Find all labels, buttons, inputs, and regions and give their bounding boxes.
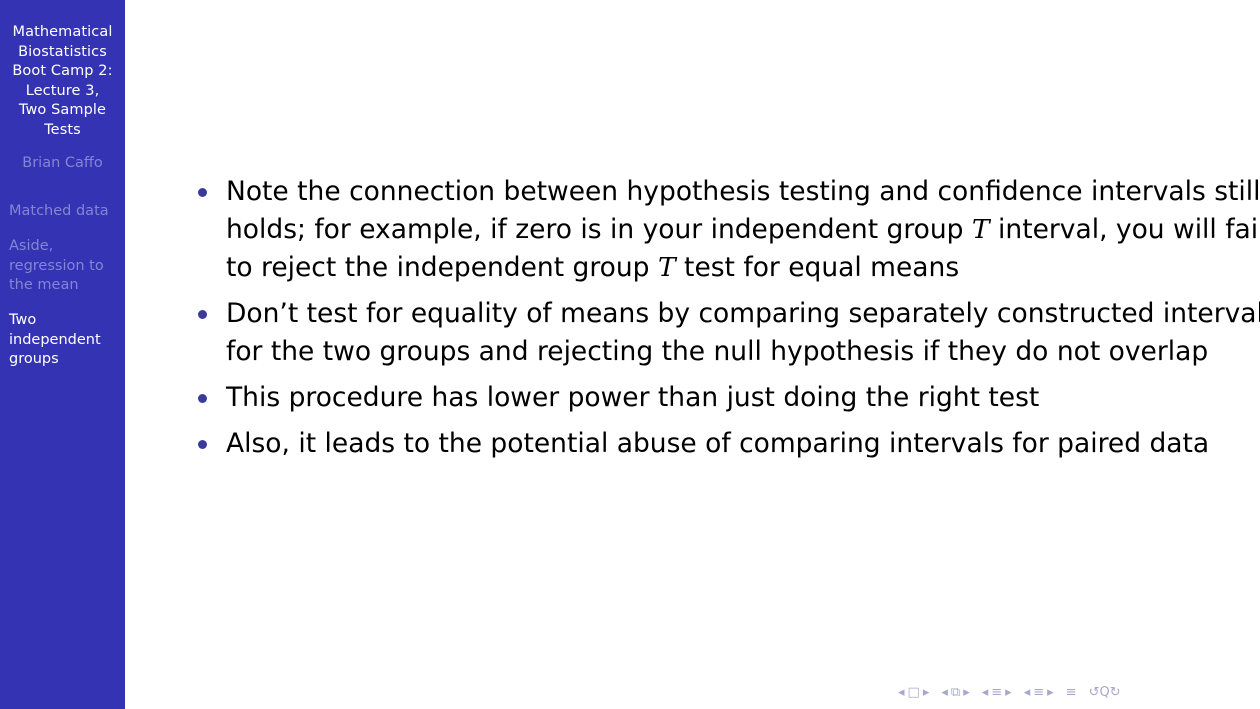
math-var: T (971, 214, 990, 245)
slide-nav: ◂ □ ▸ (898, 685, 929, 701)
text-line: Note the connection between hypothesis t… (226, 176, 1260, 207)
sidebar-title-line: Two Sample (18, 102, 107, 118)
sidebar-title[interactable]: Mathematical Biostatistics Boot Camp 2: … (0, 23, 125, 140)
sidebar-item-matched-data[interactable]: Matched data (9, 202, 121, 222)
list-item: Also, it leads to the potential abuse of… (195, 425, 1235, 463)
text-line: Also, it leads to the potential abuse of… (226, 428, 1210, 459)
sidebar-item-label: Aside, (9, 238, 54, 254)
list-item: This procedure has lower power than just… (195, 379, 1235, 417)
search-back-forward-icon[interactable]: ↺Q↻ (1089, 685, 1121, 701)
sidebar-item-two-independent-groups[interactable]: Two independent groups (9, 311, 121, 370)
slide-icon[interactable]: □ (908, 685, 920, 701)
sidebar: Mathematical Biostatistics Boot Camp 2: … (0, 0, 125, 709)
sidebar-title-line: Mathematical (12, 24, 113, 40)
list-item: Don’t test for equality of means by comp… (195, 295, 1260, 371)
math-var: T (657, 252, 676, 283)
slide-content: Note the connection between hypothesis t… (195, 173, 1260, 471)
search-nav: ↺Q↻ (1089, 685, 1121, 701)
sidebar-item-label: independent (9, 331, 101, 348)
table-of-contents-icon[interactable]: ≡ (1066, 685, 1077, 701)
sidebar-item-label: regression to (9, 257, 104, 274)
arrow-right-icon[interactable]: ▸ (1005, 685, 1012, 701)
list-item: Note the connection between hypothesis t… (195, 173, 1260, 287)
sidebar-title-line: Tests (44, 121, 81, 138)
bullet-list: Note the connection between hypothesis t… (195, 173, 1260, 463)
text-line: for the two groups and rejecting the nul… (226, 336, 1209, 367)
section-icon[interactable]: ≡ (1033, 685, 1044, 701)
sidebar-item-label: the mean (9, 277, 79, 293)
sidebar-item-regression-to-mean[interactable]: Aside, regression to the mean (9, 237, 121, 296)
text-line: Don’t test for equality of means by comp… (226, 298, 1260, 329)
arrow-right-icon[interactable]: ▸ (1047, 685, 1054, 701)
text-line: This procedure has lower power than just… (226, 382, 1040, 413)
section-nav: ◂ ≡ ▸ (1024, 685, 1054, 701)
arrow-left-icon[interactable]: ◂ (1024, 685, 1031, 701)
frame-icon[interactable]: ⧉ (951, 685, 960, 701)
sidebar-title-line: Biostatistics (18, 43, 107, 60)
arrow-left-icon[interactable]: ◂ (898, 685, 905, 701)
beamer-navigation-bar: ◂ □ ▸ ◂ ⧉ ▸ ◂ ≡ ▸ ◂ ≡ ▸ ≡ ↺Q↻ (898, 684, 1129, 702)
subsection-nav: ◂ ≡ ▸ (982, 685, 1012, 701)
bullet-icon (198, 440, 207, 449)
sidebar-author[interactable]: Brian Caffo (0, 154, 125, 173)
bullet-icon (198, 310, 207, 319)
slide-page: Mathematical Biostatistics Boot Camp 2: … (0, 0, 1260, 709)
sidebar-title-line: Boot Camp 2: (12, 63, 113, 79)
subsection-icon[interactable]: ≡ (991, 685, 1002, 701)
toc-nav: ≡ (1066, 685, 1077, 701)
sidebar-item-label: Two (9, 312, 37, 328)
text-line: holds; for example, if zero is in your i… (226, 214, 1260, 245)
arrow-right-icon[interactable]: ▸ (923, 685, 930, 701)
text-line: to reject the independent group T test f… (226, 252, 960, 283)
bullet-icon (198, 394, 207, 403)
arrow-left-icon[interactable]: ◂ (941, 685, 948, 701)
arrow-left-icon[interactable]: ◂ (982, 685, 989, 701)
sidebar-item-label: Matched data (9, 203, 109, 219)
bullet-icon (198, 188, 207, 197)
sidebar-item-label: groups (9, 351, 59, 367)
arrow-right-icon[interactable]: ▸ (963, 685, 970, 701)
frame-nav: ◂ ⧉ ▸ (941, 685, 969, 701)
sidebar-title-line: Lecture 3, (25, 82, 100, 99)
